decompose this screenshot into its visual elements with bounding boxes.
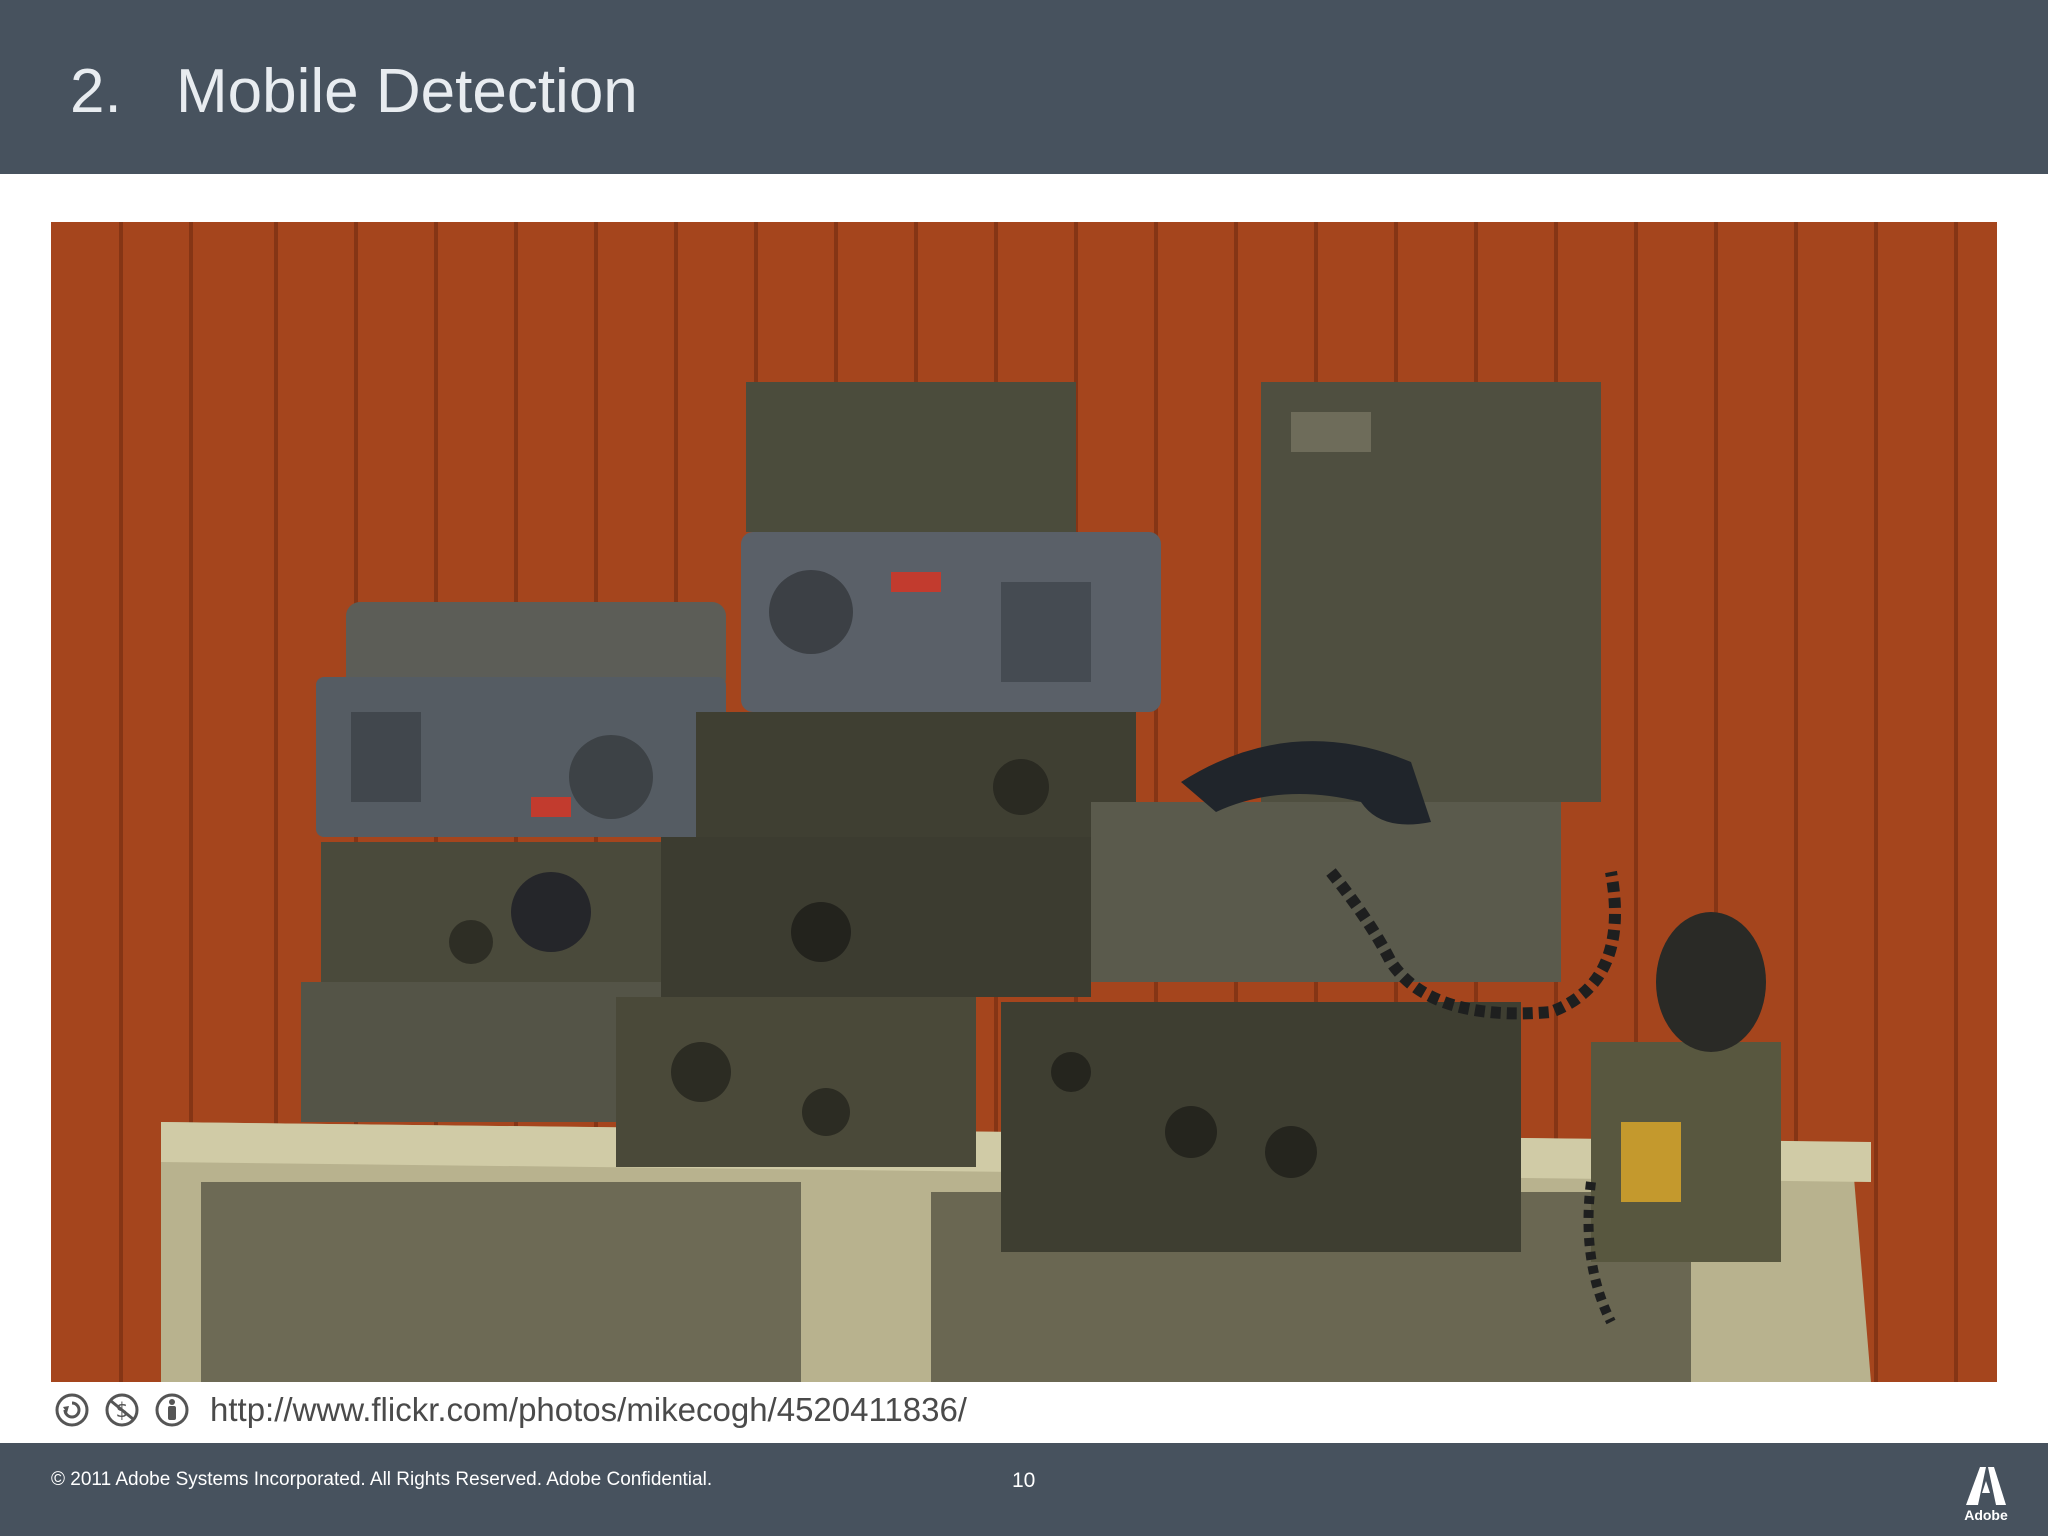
- slide-title-number: 2.: [70, 57, 122, 126]
- cc-noncommercial-icon: $: [105, 1393, 139, 1427]
- source-url-link[interactable]: http://www.flickr.com/photos/mikecogh/45…: [210, 1391, 967, 1429]
- copyright-text: © 2011 Adobe Systems Incorporated. All R…: [51, 1469, 713, 1490]
- slide-header: 2. Mobile Detection: [0, 0, 2048, 174]
- adobe-logo: Adobe: [1962, 1463, 2010, 1525]
- cc-attribution-icon: [155, 1393, 189, 1427]
- adobe-logo-icon: [1966, 1467, 2006, 1505]
- cc-share-alike-icon: [55, 1393, 89, 1427]
- radios-photo: [51, 222, 1997, 1382]
- page-number: 10: [1012, 1469, 1036, 1492]
- slide-footer: © 2011 Adobe Systems Incorporated. All R…: [0, 1443, 2048, 1536]
- photo-caption: $ http://www.flickr.com/photos/mikecogh/…: [54, 1388, 967, 1432]
- slide-title: Mobile Detection: [176, 57, 638, 126]
- adobe-logo-text: Adobe: [1964, 1507, 2008, 1523]
